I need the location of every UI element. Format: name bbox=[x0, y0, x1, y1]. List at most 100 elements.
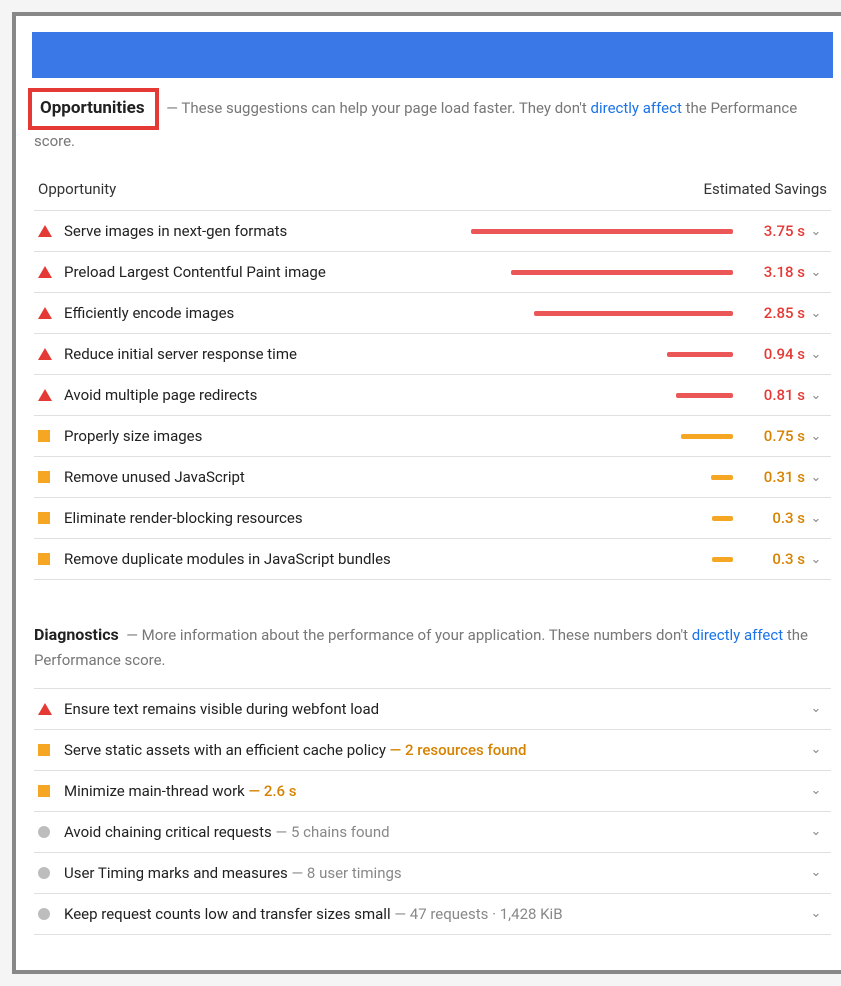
opportunities-column-headers: Opportunity Estimated Savings bbox=[34, 180, 831, 208]
opportunity-row[interactable]: Remove unused JavaScript0.31 s⌄ bbox=[34, 457, 831, 498]
savings-bar bbox=[676, 393, 733, 398]
opportunity-icon-cell bbox=[38, 430, 62, 442]
opportunity-savings: 0.3 s bbox=[741, 509, 805, 527]
opportunity-icon-cell bbox=[38, 553, 62, 565]
diagnostic-row[interactable]: Keep request counts low and transfer siz… bbox=[34, 894, 831, 935]
warning-triangle-icon bbox=[38, 225, 52, 237]
opportunity-row[interactable]: Avoid multiple page redirects0.81 s⌄ bbox=[34, 375, 831, 416]
warning-square-icon bbox=[38, 430, 50, 442]
savings-bar bbox=[667, 352, 733, 357]
diagnostic-label: Ensure text remains visible during webfo… bbox=[62, 700, 805, 718]
chevron-down-icon[interactable]: ⌄ bbox=[805, 306, 827, 321]
opportunity-bar-area bbox=[442, 229, 741, 234]
chevron-down-icon[interactable]: ⌄ bbox=[805, 701, 827, 716]
opportunity-label: Reduce initial server response time bbox=[62, 345, 442, 363]
opportunity-icon-cell bbox=[38, 307, 62, 319]
chevron-down-icon[interactable]: ⌄ bbox=[805, 388, 827, 403]
chevron-down-icon[interactable]: ⌄ bbox=[805, 429, 827, 444]
opportunity-label: Eliminate render-blocking resources bbox=[62, 509, 442, 527]
opportunity-icon-cell bbox=[38, 225, 62, 237]
opportunity-row[interactable]: Serve images in next-gen formats3.75 s⌄ bbox=[34, 210, 831, 252]
opportunity-row[interactable]: Preload Largest Contentful Paint image 3.… bbox=[34, 252, 831, 293]
savings-bar bbox=[511, 270, 733, 275]
diagnostics-desc-link[interactable]: directly affect bbox=[692, 626, 783, 644]
savings-bar bbox=[471, 229, 733, 234]
opportunity-label: Efficiently encode images bbox=[62, 304, 442, 322]
diagnostics-list: Ensure text remains visible during webfo… bbox=[34, 688, 831, 935]
opportunities-title: Opportunities bbox=[40, 98, 145, 118]
diagnostic-icon-cell bbox=[38, 785, 62, 797]
diagnostic-row[interactable]: User Timing marks and measures — 8 user … bbox=[34, 853, 831, 894]
chevron-down-icon[interactable]: ⌄ bbox=[805, 265, 827, 280]
diagnostic-label: User Timing marks and measures — 8 user … bbox=[62, 864, 805, 882]
diagnostic-extra: — 8 user timings bbox=[292, 864, 402, 882]
opportunities-header: Opportunities — These suggestions can he… bbox=[34, 88, 831, 152]
opportunity-bar-area bbox=[442, 270, 741, 275]
chevron-down-icon[interactable]: ⌄ bbox=[805, 552, 827, 567]
opportunity-icon-cell bbox=[38, 266, 62, 278]
opportunity-row[interactable]: Reduce initial server response time 0.94 … bbox=[34, 334, 831, 375]
col-savings: Estimated Savings bbox=[704, 180, 828, 198]
opportunity-bar-area bbox=[442, 475, 741, 480]
diagnostic-label: Keep request counts low and transfer siz… bbox=[62, 905, 805, 923]
diagnostics-title: Diagnostics bbox=[34, 625, 119, 644]
opportunity-bar-area bbox=[442, 352, 741, 357]
content-area: Opportunities — These suggestions can he… bbox=[32, 88, 833, 935]
chevron-down-icon[interactable]: ⌄ bbox=[805, 906, 827, 921]
warning-square-icon bbox=[38, 744, 50, 756]
opportunities-title-highlight: Opportunities bbox=[28, 88, 159, 130]
diagnostic-row[interactable]: Ensure text remains visible during webfo… bbox=[34, 688, 831, 730]
warning-triangle-icon bbox=[38, 703, 52, 715]
info-circle-icon bbox=[38, 867, 50, 879]
opportunity-savings: 0.81 s bbox=[741, 386, 805, 404]
diagnostic-label-text: Keep request counts low and transfer siz… bbox=[64, 905, 391, 923]
opportunity-savings: 2.85 s bbox=[741, 304, 805, 322]
diagnostic-row[interactable]: Serve static assets with an efficient ca… bbox=[34, 730, 831, 771]
opportunities-desc-link[interactable]: directly affect bbox=[591, 99, 682, 117]
chevron-down-icon[interactable]: ⌄ bbox=[805, 783, 827, 798]
opportunity-label: Remove duplicate modules in JavaScript b… bbox=[62, 550, 442, 568]
warning-square-icon bbox=[38, 471, 50, 483]
diagnostic-row[interactable]: Minimize main-thread work — 2.6 s⌄ bbox=[34, 771, 831, 812]
warning-triangle-icon bbox=[38, 266, 52, 278]
diagnostic-icon-cell bbox=[38, 826, 62, 838]
chevron-down-icon[interactable]: ⌄ bbox=[805, 224, 827, 239]
opportunity-savings: 3.18 s bbox=[741, 263, 805, 281]
opportunity-savings: 0.94 s bbox=[741, 345, 805, 363]
chevron-down-icon[interactable]: ⌄ bbox=[805, 742, 827, 757]
diagnostic-label-text: User Timing marks and measures bbox=[64, 864, 288, 882]
info-circle-icon bbox=[38, 908, 50, 920]
warning-square-icon bbox=[38, 512, 50, 524]
diagnostic-label: Minimize main-thread work — 2.6 s bbox=[62, 782, 805, 800]
diagnostic-label-text: Minimize main-thread work bbox=[64, 782, 245, 800]
opportunity-bar-area bbox=[442, 557, 741, 562]
diagnostic-icon-cell bbox=[38, 908, 62, 920]
chevron-down-icon[interactable]: ⌄ bbox=[805, 347, 827, 362]
warning-square-icon bbox=[38, 785, 50, 797]
opportunity-row[interactable]: Eliminate render-blocking resources 0.3 s… bbox=[34, 498, 831, 539]
opportunity-bar-area bbox=[442, 516, 741, 521]
opportunity-icon-cell bbox=[38, 512, 62, 524]
opportunity-row[interactable]: Efficiently encode images 2.85 s⌄ bbox=[34, 293, 831, 334]
chevron-down-icon[interactable]: ⌄ bbox=[805, 865, 827, 880]
opportunity-bar-area bbox=[442, 311, 741, 316]
diagnostic-extra: — 2.6 s bbox=[249, 782, 297, 800]
opportunity-icon-cell bbox=[38, 348, 62, 360]
chevron-down-icon[interactable]: ⌄ bbox=[805, 470, 827, 485]
diagnostic-row[interactable]: Avoid chaining critical requests — 5 cha… bbox=[34, 812, 831, 853]
savings-bar bbox=[712, 516, 733, 521]
diagnostic-label: Avoid chaining critical requests — 5 cha… bbox=[62, 823, 805, 841]
diagnostic-extra: — 5 chains found bbox=[276, 823, 390, 841]
diagnostic-extra: — 2 resources found bbox=[390, 741, 527, 759]
opportunity-bar-area bbox=[442, 434, 741, 439]
chevron-down-icon[interactable]: ⌄ bbox=[805, 511, 827, 526]
chevron-down-icon[interactable]: ⌄ bbox=[805, 824, 827, 839]
warning-square-icon bbox=[38, 553, 50, 565]
warning-triangle-icon bbox=[38, 389, 52, 401]
warning-triangle-icon bbox=[38, 307, 52, 319]
top-banner bbox=[32, 32, 833, 78]
opportunity-row[interactable]: Remove duplicate modules in JavaScript b… bbox=[34, 539, 831, 580]
warning-triangle-icon bbox=[38, 348, 52, 360]
opportunity-label: Preload Largest Contentful Paint image bbox=[62, 263, 442, 281]
opportunity-row[interactable]: Properly size images0.75 s⌄ bbox=[34, 416, 831, 457]
